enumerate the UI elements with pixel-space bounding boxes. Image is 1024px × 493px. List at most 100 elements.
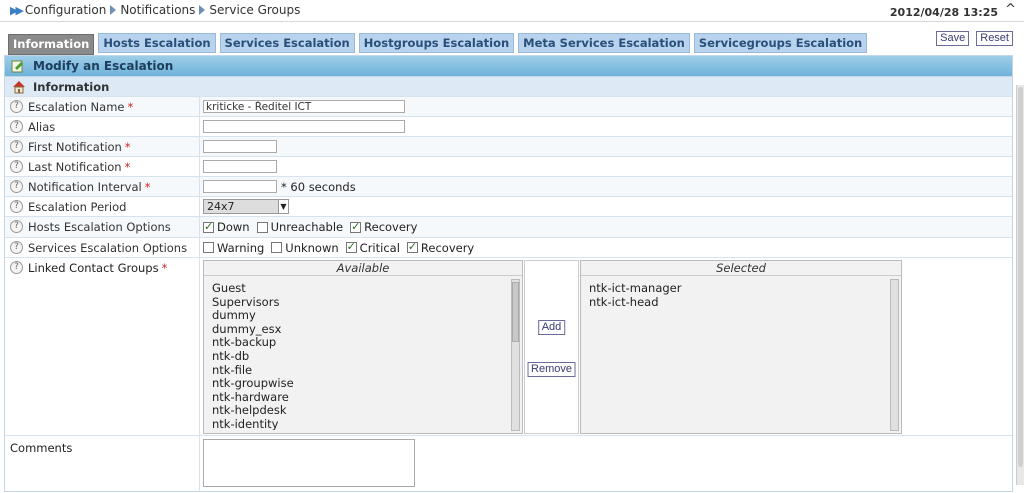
field-value: Warning Unknown Critical Recovery xyxy=(200,238,1012,257)
help-icon[interactable]: ? xyxy=(10,241,23,254)
help-icon[interactable]: ? xyxy=(10,180,23,193)
datetime: 2012/04/28 13:25 xyxy=(889,6,998,19)
page-scrollbar[interactable] xyxy=(1016,85,1024,485)
top-bar: ▶▶ Configuration Notifications Service G… xyxy=(0,0,1024,22)
field-value xyxy=(200,137,1012,156)
reset-button[interactable]: Reset xyxy=(976,31,1013,46)
services-options-label: Services Escalation Options xyxy=(28,241,188,255)
checkbox-unreachable[interactable] xyxy=(256,221,268,233)
checkbox-warning[interactable] xyxy=(203,242,214,253)
option-label: Unreachable xyxy=(270,220,344,234)
list-item[interactable]: ntk-db xyxy=(212,349,502,364)
tab-servicegroups-escalation[interactable]: Servicegroups Escalation xyxy=(693,33,868,53)
row-comments: Comments xyxy=(5,435,1012,491)
tab-hostgroups-escalation[interactable]: Hostgroups Escalation xyxy=(358,33,515,53)
list-item[interactable]: ntk-helpdesk xyxy=(212,404,502,418)
tab-hosts-escalation[interactable]: Hosts Escalation xyxy=(98,33,216,53)
list-item[interactable]: ntk-groupwise xyxy=(212,377,502,391)
escalation-period-select[interactable]: 24x7 ▼ xyxy=(203,199,289,214)
escalation-name-input[interactable] xyxy=(203,100,405,113)
list-item[interactable]: ntk-file xyxy=(212,363,502,378)
breadcrumb-notifications[interactable]: Notifications xyxy=(120,3,195,17)
checkbox-recovery[interactable] xyxy=(350,220,362,233)
row-first-notification: ? First Notification * xyxy=(5,136,1012,156)
list-item[interactable]: dummy xyxy=(212,309,502,323)
comments-textarea[interactable] xyxy=(203,439,415,487)
option-label: Recovery xyxy=(420,240,475,255)
list-item[interactable]: ntk-identity xyxy=(212,417,502,430)
option-label: Warning xyxy=(217,240,265,255)
add-button[interactable]: Add xyxy=(537,320,566,335)
option-unreachable[interactable]: Unreachable xyxy=(256,220,344,234)
help-icon[interactable]: ? xyxy=(10,100,23,113)
tab-services-escalation[interactable]: Services Escalation xyxy=(219,33,355,53)
required-marker: * xyxy=(127,100,134,114)
first-notification-label: First Notification xyxy=(28,140,122,154)
selected-groups-list[interactable]: Selected ntk-ict-manager ntk-ict-head xyxy=(580,260,902,434)
breadcrumb-configuration[interactable]: Configuration xyxy=(25,3,106,17)
list-item[interactable]: Supervisors xyxy=(212,295,502,310)
available-list-viewport: Guest Supervisors dummy dummy_esx ntk-ba… xyxy=(204,277,510,430)
scrollbar-thumb[interactable] xyxy=(512,282,519,342)
field-label: ? Escalation Name * xyxy=(5,97,200,116)
selected-scrollbar[interactable] xyxy=(890,279,899,431)
option-recovery[interactable]: Recovery xyxy=(350,220,417,234)
escalation-name-label: Escalation Name xyxy=(28,100,125,114)
tab-bar: Information Hosts Escalation Services Es… xyxy=(8,33,868,55)
first-notification-input[interactable] xyxy=(203,140,277,153)
list-item[interactable]: ntk-ict-manager xyxy=(589,281,881,296)
list-item[interactable]: dummy_esx xyxy=(212,322,502,337)
remove-button[interactable]: Remove xyxy=(527,362,576,377)
option-recovery[interactable]: Recovery xyxy=(406,240,475,255)
field-value xyxy=(200,117,1012,136)
option-unknown[interactable]: Unknown xyxy=(271,241,339,255)
row-hosts-escalation-options: ? Hosts Escalation Options Down Unreachab… xyxy=(5,216,1012,237)
notification-interval-input[interactable] xyxy=(203,180,277,193)
transfer-buttons: Add Remove xyxy=(524,260,579,434)
interval-unit: * 60 seconds xyxy=(281,179,356,194)
collapse-header-icon[interactable]: ^ xyxy=(1005,2,1016,17)
available-scrollbar[interactable] xyxy=(511,279,520,431)
house-icon xyxy=(13,80,25,93)
comments-label: Comments xyxy=(5,436,200,491)
checkbox-unknown[interactable] xyxy=(271,242,283,253)
help-icon[interactable]: ? xyxy=(10,200,23,213)
help-icon[interactable]: ? xyxy=(10,220,23,233)
tab-meta-services-escalation[interactable]: Meta Services Escalation xyxy=(518,33,690,53)
field-label: ? Last Notification * xyxy=(5,157,200,176)
help-icon[interactable]: ? xyxy=(10,160,23,173)
help-icon[interactable]: ? xyxy=(10,120,23,133)
row-escalation-period: ? Escalation Period 24x7 ▼ xyxy=(5,196,1012,216)
breadcrumb-service-groups[interactable]: Service Groups xyxy=(209,3,300,17)
field-value xyxy=(200,157,1012,176)
required-marker: * xyxy=(144,180,151,194)
save-button[interactable]: Save xyxy=(936,31,970,46)
list-item[interactable]: ntk-backup xyxy=(212,336,502,350)
field-label: ? Alias xyxy=(5,117,200,136)
row-linked-contact-groups: ? Linked Contact Groups * Available Guest … xyxy=(5,257,1012,435)
checkbox-down[interactable] xyxy=(203,220,214,233)
list-item[interactable]: ntk-hardware xyxy=(212,390,502,405)
available-groups-list[interactable]: Available Guest Supervisors dummy dummy_… xyxy=(203,260,523,434)
page-scrollbar-thumb[interactable] xyxy=(1018,87,1023,467)
alias-label: Alias xyxy=(28,120,56,134)
checkbox-services-recovery[interactable] xyxy=(406,240,418,253)
checkbox-critical[interactable] xyxy=(345,240,357,253)
list-item[interactable]: Guest xyxy=(212,281,502,296)
last-notification-input[interactable] xyxy=(203,160,277,173)
section-header: Information xyxy=(5,76,1012,96)
contact-groups-picker: Available Guest Supervisors dummy dummy_… xyxy=(200,258,1012,435)
breadcrumb: ▶▶ Configuration Notifications Service G… xyxy=(10,3,300,17)
field-label: ? Hosts Escalation Options xyxy=(5,217,200,237)
help-icon[interactable]: ? xyxy=(10,140,23,153)
field-label: ? Services Escalation Options xyxy=(5,238,200,257)
breadcrumb-separator-icon xyxy=(110,5,117,15)
tab-information[interactable]: Information xyxy=(8,34,95,55)
alias-input[interactable] xyxy=(203,120,405,133)
row-escalation-name: ? Escalation Name * xyxy=(5,96,1012,116)
option-warning[interactable]: Warning xyxy=(203,241,264,255)
option-down[interactable]: Down xyxy=(203,220,250,234)
list-item[interactable]: ntk-ict-head xyxy=(589,295,881,310)
help-icon[interactable]: ? xyxy=(10,261,23,274)
option-critical[interactable]: Critical xyxy=(345,240,400,255)
